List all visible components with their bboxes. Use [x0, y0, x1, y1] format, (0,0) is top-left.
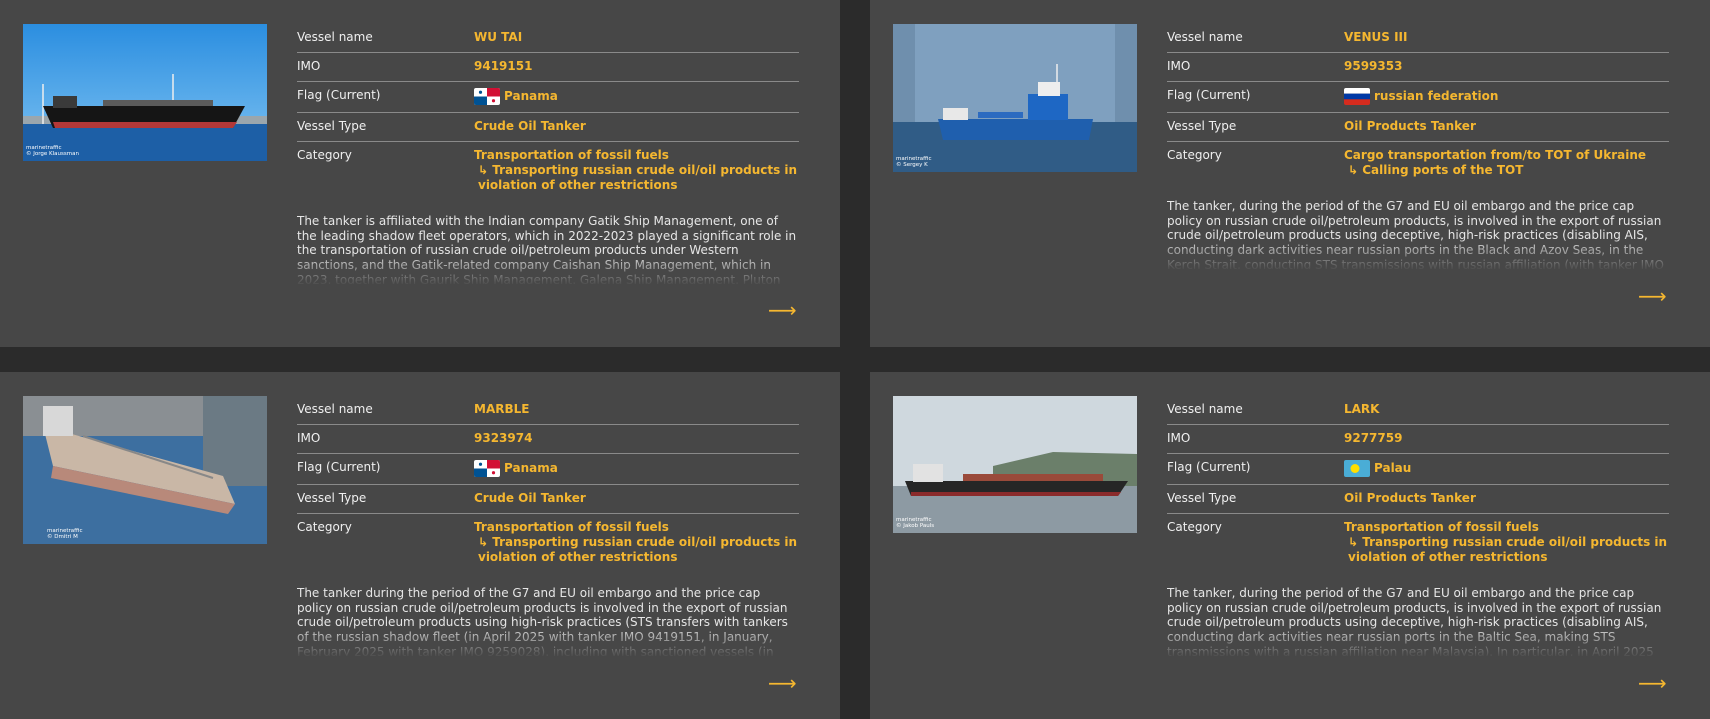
panama-flag-icon — [474, 88, 500, 105]
row-category: Category Transportation of fossil fuels … — [1167, 514, 1669, 572]
vessel-description: The tanker, during the period of the G7 … — [1167, 586, 1662, 656]
label-category: Category — [1167, 148, 1222, 162]
label-imo: IMO — [297, 431, 321, 445]
vessel-card[interactable]: marinetraffic © Jorge Klaussman Vessel na… — [0, 0, 840, 347]
panama-flag-icon — [474, 460, 500, 477]
value-vessel-name: WU TAI — [474, 30, 523, 44]
label-imo: IMO — [297, 59, 321, 73]
value-imo: 9419151 — [474, 59, 533, 73]
row-category: Category Transportation of fossil fuels … — [297, 514, 799, 572]
value-flag: Panama — [504, 461, 558, 475]
value-flag: russian federation — [1374, 89, 1499, 103]
row-vessel-name: Vessel name WU TAI — [297, 24, 799, 53]
label-flag: Flag (Current) — [1167, 88, 1251, 102]
value-vessel-type: Crude Oil Tanker — [474, 119, 586, 133]
row-vessel-type: Vessel Type Oil Products Tanker — [1167, 485, 1669, 514]
label-vessel-name: Vessel name — [297, 30, 373, 44]
russia-flag-icon — [1344, 88, 1370, 105]
row-flag: Flag (Current) Panama — [297, 82, 799, 113]
label-category: Category — [297, 148, 352, 162]
vessel-description: The tanker during the period of the G7 a… — [297, 586, 788, 656]
vessel-info: Vessel name VENUS III IMO 9599353 Flag (… — [1167, 24, 1669, 269]
label-imo: IMO — [1167, 59, 1191, 73]
label-flag: Flag (Current) — [297, 460, 381, 474]
value-imo: 9323974 — [474, 431, 533, 445]
label-vessel-name: Vessel name — [1167, 30, 1243, 44]
arrow-right-icon[interactable]: ⟶ — [1638, 673, 1667, 693]
value-flag: Panama — [504, 89, 558, 103]
vessel-card[interactable]: marinetraffic © Dmitri M Vessel name MARB… — [0, 372, 840, 719]
vessel-description: The tanker, during the period of the G7 … — [1167, 199, 1664, 269]
label-flag: Flag (Current) — [1167, 460, 1251, 474]
value-category: Transportation of fossil fuels — [1344, 520, 1539, 534]
row-flag: Flag (Current) russian federation — [1167, 82, 1669, 113]
photo-watermark: marinetraffic © Jorge Klaussman — [26, 144, 79, 157]
row-category: Category Cargo transportation from/to TO… — [1167, 142, 1669, 185]
vessel-photo: marinetraffic © Sergey K — [893, 24, 1137, 172]
row-flag: Flag (Current) Palau — [1167, 454, 1669, 485]
row-imo: IMO 9419151 — [297, 53, 799, 82]
value-vessel-type: Crude Oil Tanker — [474, 491, 586, 505]
photo-watermark: marinetraffic © Dmitri M — [47, 527, 83, 540]
vessel-photo: marinetraffic © Dmitri M — [23, 396, 267, 544]
value-subcategory: ↳ Calling ports of the TOT — [1348, 163, 1524, 177]
arrow-right-icon[interactable]: ⟶ — [768, 673, 797, 693]
vessel-description: The tanker is affiliated with the Indian… — [297, 214, 797, 284]
arrow-right-icon[interactable]: ⟶ — [768, 300, 797, 320]
row-category: Category Transportation of fossil fuels … — [297, 142, 799, 200]
row-vessel-name: Vessel name VENUS III — [1167, 24, 1669, 53]
label-vessel-type: Vessel Type — [297, 119, 367, 133]
label-vessel-type: Vessel Type — [1167, 119, 1237, 133]
vessel-photo: marinetraffic © Jorge Klaussman — [23, 24, 267, 161]
row-vessel-type: Vessel Type Crude Oil Tanker — [297, 113, 799, 142]
label-flag: Flag (Current) — [297, 88, 381, 102]
row-vessel-name: Vessel name MARBLE — [297, 396, 799, 425]
vessel-card[interactable]: marinetraffic © Sergey K Vessel name VENU… — [870, 0, 1710, 347]
value-category: Cargo transportation from/to TOT of Ukra… — [1344, 148, 1647, 162]
vessel-card[interactable]: marinetraffic © Jakob Pauls Vessel name L… — [870, 372, 1710, 719]
label-imo: IMO — [1167, 431, 1191, 445]
row-vessel-name: Vessel name LARK — [1167, 396, 1669, 425]
value-subcategory: ↳ Transporting russian crude oil/oil pro… — [1348, 535, 1668, 564]
row-vessel-type: Vessel Type Crude Oil Tanker — [297, 485, 799, 514]
value-vessel-name: MARBLE — [474, 402, 530, 416]
value-vessel-name: LARK — [1344, 402, 1380, 416]
arrow-right-icon[interactable]: ⟶ — [1638, 286, 1667, 306]
vessel-info: Vessel name MARBLE IMO 9323974 Flag (Cur… — [297, 396, 799, 656]
label-category: Category — [1167, 520, 1222, 534]
value-vessel-type: Oil Products Tanker — [1344, 119, 1476, 133]
label-vessel-name: Vessel name — [1167, 402, 1243, 416]
vessel-info: Vessel name LARK IMO 9277759 Flag (Curre… — [1167, 396, 1669, 656]
label-vessel-name: Vessel name — [297, 402, 373, 416]
photo-watermark: marinetraffic © Jakob Pauls — [896, 516, 935, 529]
row-imo: IMO 9599353 — [1167, 53, 1669, 82]
row-flag: Flag (Current) Panama — [297, 454, 799, 485]
value-vessel-name: VENUS III — [1344, 30, 1408, 44]
value-subcategory: ↳ Transporting russian crude oil/oil pro… — [478, 535, 798, 564]
label-vessel-type: Vessel Type — [297, 491, 367, 505]
label-category: Category — [297, 520, 352, 534]
label-vessel-type: Vessel Type — [1167, 491, 1237, 505]
value-imo: 9599353 — [1344, 59, 1403, 73]
photo-watermark: marinetraffic © Sergey K — [896, 155, 932, 168]
vessel-info: Vessel name WU TAI IMO 9419151 Flag (Cur… — [297, 24, 799, 284]
row-imo: IMO 9323974 — [297, 425, 799, 454]
value-flag: Palau — [1374, 461, 1412, 475]
value-category: Transportation of fossil fuels — [474, 148, 669, 162]
palau-flag-icon — [1344, 460, 1370, 477]
value-category: Transportation of fossil fuels — [474, 520, 669, 534]
row-vessel-type: Vessel Type Oil Products Tanker — [1167, 113, 1669, 142]
value-imo: 9277759 — [1344, 431, 1403, 445]
row-imo: IMO 9277759 — [1167, 425, 1669, 454]
vessel-grid: marinetraffic © Jorge Klaussman Vessel na… — [0, 0, 1710, 719]
vessel-photo: marinetraffic © Jakob Pauls — [893, 396, 1137, 533]
value-vessel-type: Oil Products Tanker — [1344, 491, 1476, 505]
value-subcategory: ↳ Transporting russian crude oil/oil pro… — [478, 163, 798, 192]
